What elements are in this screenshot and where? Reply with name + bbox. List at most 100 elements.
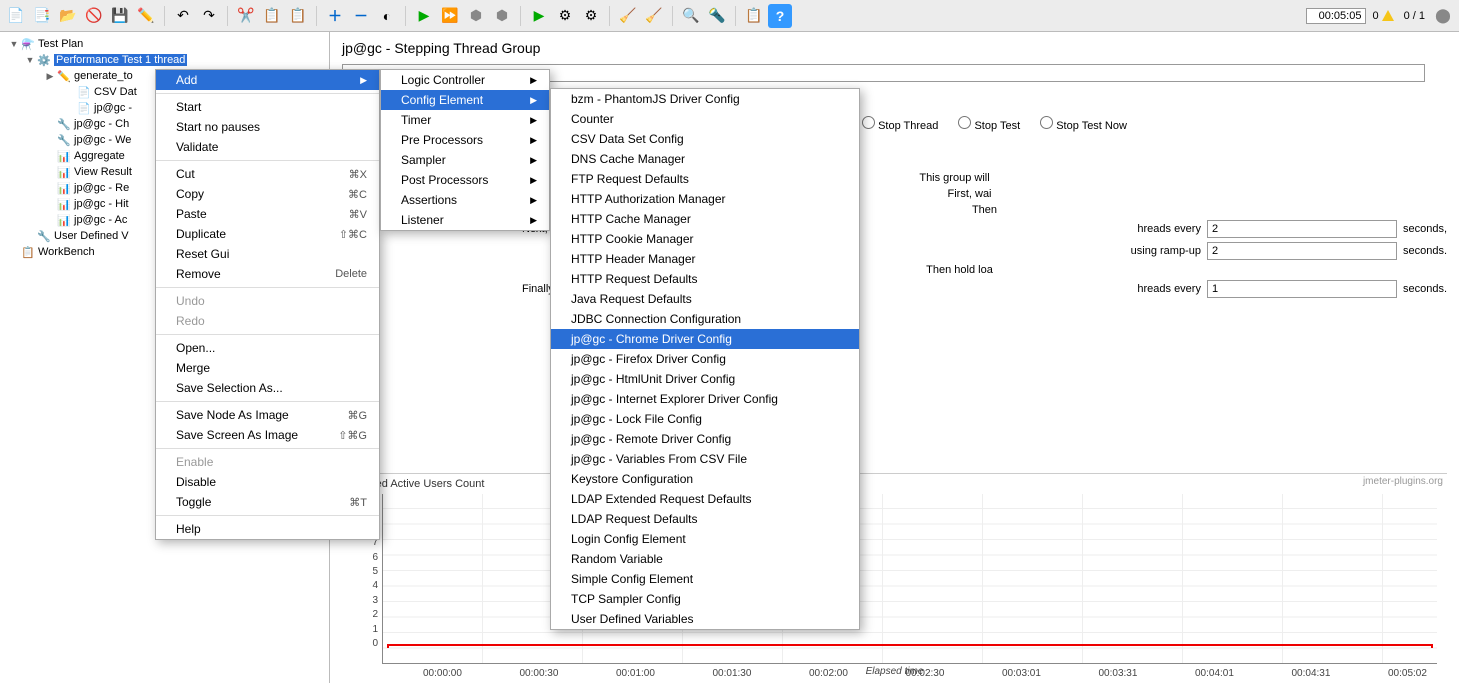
- menu-item[interactable]: jp@gc - Internet Explorer Driver Config: [551, 389, 859, 409]
- menu-item[interactable]: Save Screen As Image⇧⌘G: [156, 425, 379, 445]
- clear-icon[interactable]: 🧹: [616, 4, 640, 28]
- menu-item[interactable]: Add▶: [156, 70, 379, 90]
- menu-item[interactable]: CSV Data Set Config: [551, 129, 859, 149]
- menu-item[interactable]: Toggle⌘T: [156, 492, 379, 512]
- start-nopause-icon[interactable]: ⏩: [438, 4, 462, 28]
- open-icon[interactable]: 📂: [56, 4, 80, 28]
- menu-item[interactable]: Cut⌘X: [156, 164, 379, 184]
- new-icon[interactable]: 📄: [4, 4, 28, 28]
- menu-item[interactable]: Java Request Defaults: [551, 289, 859, 309]
- menu-item[interactable]: Counter: [551, 109, 859, 129]
- menu-item[interactable]: LDAP Extended Request Defaults: [551, 489, 859, 509]
- config-element-submenu[interactable]: bzm - PhantomJS Driver ConfigCounterCSV …: [550, 88, 860, 630]
- function-helper-icon[interactable]: 📋: [742, 4, 766, 28]
- copy-icon[interactable]: 📋: [260, 4, 284, 28]
- menu-item[interactable]: Help: [156, 519, 379, 539]
- menu-item[interactable]: TCP Sampler Config: [551, 589, 859, 609]
- add-submenu[interactable]: Logic Controller▶Config Element▶Timer▶Pr…: [380, 69, 550, 231]
- menu-item[interactable]: DNS Cache Manager: [551, 149, 859, 169]
- remote-start-all-icon[interactable]: ⚙: [553, 4, 577, 28]
- menu-item[interactable]: bzm - PhantomJS Driver Config: [551, 89, 859, 109]
- chart-title: Expected Active Users Count: [342, 474, 1447, 494]
- menu-item[interactable]: Login Config Element: [551, 529, 859, 549]
- menu-item[interactable]: jp@gc - HtmlUnit Driver Config: [551, 369, 859, 389]
- menu-item[interactable]: Open...: [156, 338, 379, 358]
- menu-item[interactable]: Simple Config Element: [551, 569, 859, 589]
- tree-thread-group[interactable]: ▼⚙️Performance Test 1 thread: [0, 52, 329, 68]
- close-icon[interactable]: 🚫: [82, 4, 106, 28]
- chart-icon: 📊: [56, 212, 72, 228]
- menu-item[interactable]: Pre Processors▶: [381, 130, 549, 150]
- edit-icon[interactable]: ✏️: [134, 4, 158, 28]
- menu-item[interactable]: Random Variable: [551, 549, 859, 569]
- menu-item[interactable]: Config Element▶: [381, 90, 549, 110]
- menu-item[interactable]: Paste⌘V: [156, 204, 379, 224]
- menu-item[interactable]: Logic Controller▶: [381, 70, 549, 90]
- expand-icon[interactable]: ＋: [323, 4, 347, 28]
- menu-item[interactable]: Redo: [156, 311, 379, 331]
- menu-item[interactable]: jp@gc - Remote Driver Config: [551, 429, 859, 449]
- menu-item[interactable]: Disable: [156, 472, 379, 492]
- chart-link[interactable]: jmeter-plugins.org: [1363, 476, 1443, 487]
- menu-item[interactable]: Undo: [156, 291, 379, 311]
- menu-item[interactable]: HTTP Cookie Manager: [551, 229, 859, 249]
- shutdown-icon[interactable]: ⬢: [490, 4, 514, 28]
- menu-item[interactable]: Reset Gui: [156, 244, 379, 264]
- paste-icon[interactable]: 📋: [286, 4, 310, 28]
- cut-icon[interactable]: ✂️: [234, 4, 258, 28]
- menu-item[interactable]: Save Selection As...: [156, 378, 379, 398]
- reset-search-icon[interactable]: 🔦: [705, 4, 729, 28]
- elapsed-time: 00:05:05: [1306, 8, 1366, 24]
- undo-icon[interactable]: ↶: [171, 4, 195, 28]
- menu-item[interactable]: HTTP Request Defaults: [551, 269, 859, 289]
- tree-root[interactable]: ▼⚗️Test Plan: [0, 36, 329, 52]
- help-icon[interactable]: ?: [768, 4, 792, 28]
- menu-item[interactable]: Start: [156, 97, 379, 117]
- remote-stop-icon[interactable]: ⚙: [579, 4, 603, 28]
- menu-item[interactable]: Merge: [156, 358, 379, 378]
- menu-item[interactable]: Sampler▶: [381, 150, 549, 170]
- save-icon[interactable]: 💾: [108, 4, 132, 28]
- menu-item[interactable]: HTTP Header Manager: [551, 249, 859, 269]
- menu-item[interactable]: Timer▶: [381, 110, 549, 130]
- menu-item[interactable]: Start no pauses: [156, 117, 379, 137]
- next-threads-input[interactable]: [1207, 220, 1397, 238]
- toggle-icon[interactable]: ◐: [375, 4, 399, 28]
- collapse-icon[interactable]: －: [349, 4, 373, 28]
- remote-start-icon[interactable]: ▶: [527, 4, 551, 28]
- radio-stop-test-now[interactable]: Stop Test Now: [1040, 116, 1127, 132]
- menu-item[interactable]: FTP Request Defaults: [551, 169, 859, 189]
- finally-threads-input[interactable]: [1207, 280, 1397, 298]
- menu-item[interactable]: Enable: [156, 452, 379, 472]
- context-menu[interactable]: Add▶ StartStart no pausesValidate Cut⌘XCop…: [155, 69, 380, 540]
- redo-icon[interactable]: ↷: [197, 4, 221, 28]
- menu-item[interactable]: HTTP Authorization Manager: [551, 189, 859, 209]
- menu-item[interactable]: Post Processors▶: [381, 170, 549, 190]
- rampup-input[interactable]: [1207, 242, 1397, 260]
- menu-item[interactable]: Copy⌘C: [156, 184, 379, 204]
- menu-item[interactable]: jp@gc - Firefox Driver Config: [551, 349, 859, 369]
- search-icon[interactable]: 🔍: [679, 4, 703, 28]
- radio-stop-test[interactable]: Stop Test: [958, 116, 1020, 132]
- menu-item[interactable]: JDBC Connection Configuration: [551, 309, 859, 329]
- menu-item[interactable]: RemoveDelete: [156, 264, 379, 284]
- menu-item[interactable]: jp@gc - Chrome Driver Config: [551, 329, 859, 349]
- menu-item[interactable]: Duplicate⇧⌘C: [156, 224, 379, 244]
- gear-icon: ⚙️: [36, 52, 52, 68]
- running-indicator-icon: ⬤: [1431, 4, 1455, 28]
- menu-item[interactable]: Validate: [156, 137, 379, 157]
- menu-item[interactable]: Assertions▶: [381, 190, 549, 210]
- menu-item[interactable]: Listener▶: [381, 210, 549, 230]
- clear-all-icon[interactable]: 🧹: [642, 4, 666, 28]
- radio-stop-thread[interactable]: Stop Thread: [862, 116, 938, 132]
- stop-icon[interactable]: ⬢: [464, 4, 488, 28]
- menu-item[interactable]: HTTP Cache Manager: [551, 209, 859, 229]
- menu-item[interactable]: LDAP Request Defaults: [551, 509, 859, 529]
- menu-item[interactable]: User Defined Variables: [551, 609, 859, 629]
- menu-item[interactable]: jp@gc - Lock File Config: [551, 409, 859, 429]
- menu-item[interactable]: Save Node As Image⌘G: [156, 405, 379, 425]
- start-icon[interactable]: ▶: [412, 4, 436, 28]
- menu-item[interactable]: jp@gc - Variables From CSV File: [551, 449, 859, 469]
- templates-icon[interactable]: 📑: [30, 4, 54, 28]
- menu-item[interactable]: Keystore Configuration: [551, 469, 859, 489]
